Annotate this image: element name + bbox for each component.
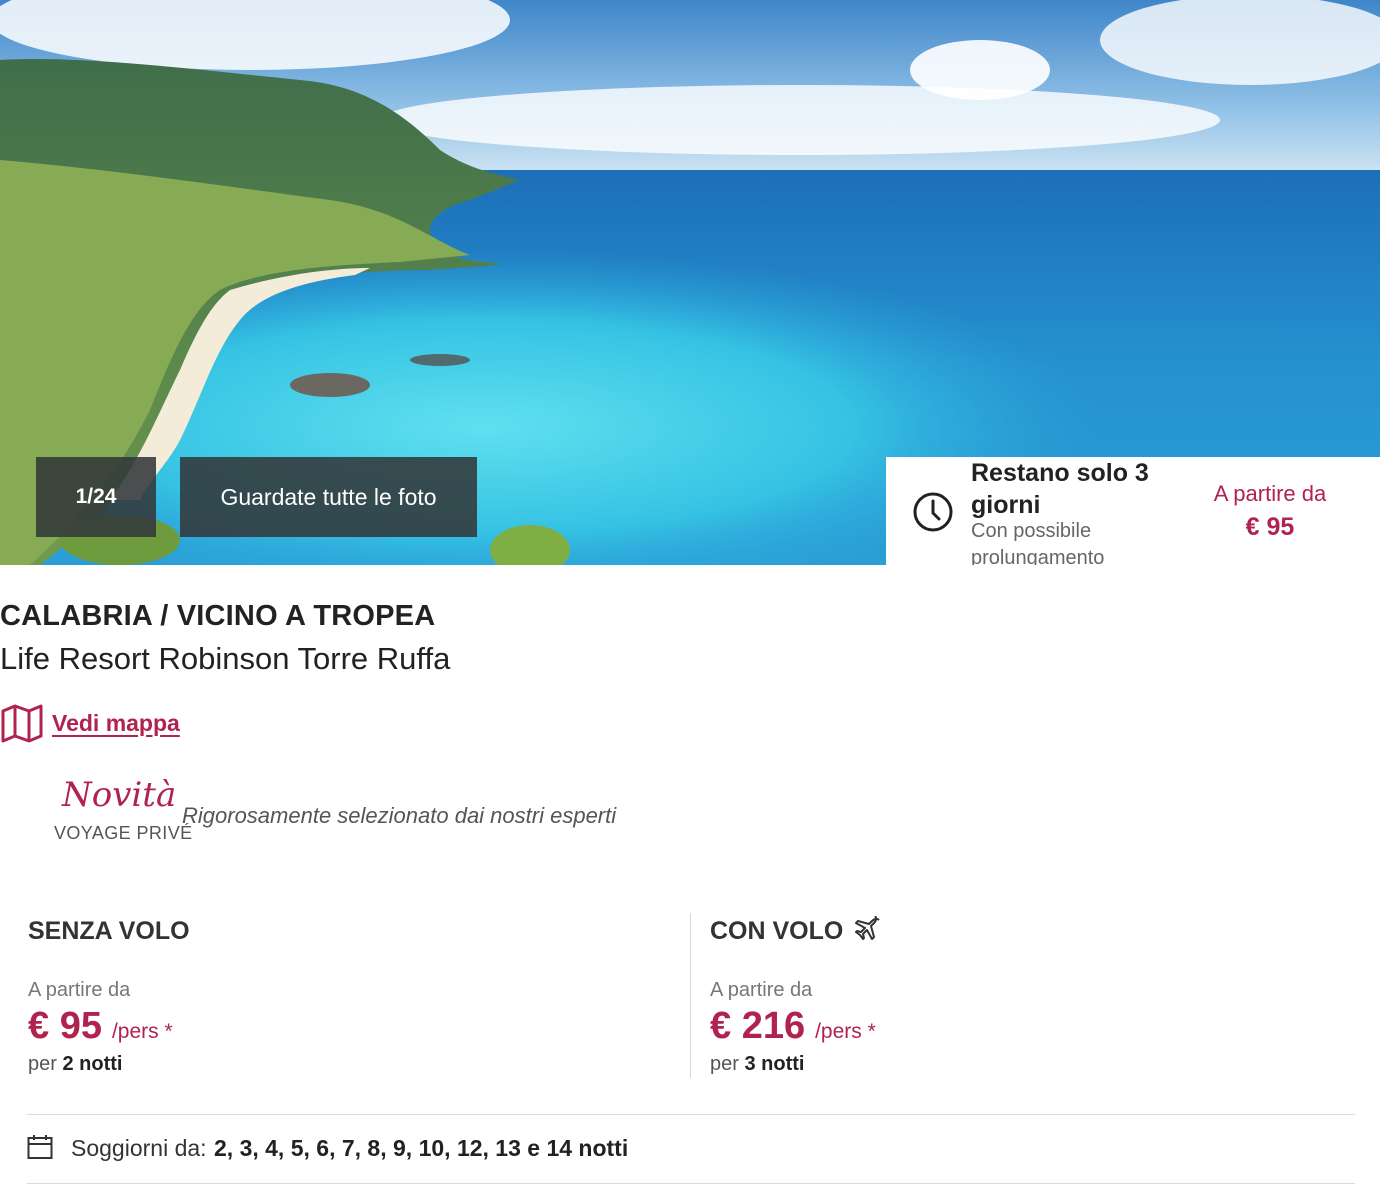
option-per-label: per [710,1053,739,1075]
price-from-value: € 95 [1245,513,1295,541]
extension-note: Con possibile prolungamento [971,520,1105,565]
option-price: € 216 [710,1005,806,1047]
options-divider [690,913,691,1078]
plane-icon [855,916,881,940]
option-title: SENZA VOLO [28,916,190,945]
map-icon [1,704,43,743]
days-remaining-title: Restano solo 3 giorni [971,459,1149,519]
option-per-label: per [28,1053,57,1075]
view-map-label[interactable]: Vedi mappa [52,710,180,737]
calendar-icon [27,1135,53,1159]
option-nights: 2 notti [62,1053,123,1075]
option-price: € 95 [28,1005,102,1047]
novita-label: Novità [62,775,177,815]
option-title: CON VOLO [710,916,844,945]
option-from-label: A partire da [710,979,813,1001]
option-from-label: A partire da [28,979,131,1001]
option-without-flight[interactable]: SENZA VOLO A partire da € 95 /pers * per… [28,913,190,1076]
hotel-name: Life Resort Robinson Torre Ruffa [0,641,451,676]
option-price-unit: /pers * [815,1020,876,1043]
option-with-flight[interactable]: CON VOLO A partire da € 216 /pers * per … [710,913,883,1075]
option-price-unit: /pers * [111,1020,173,1043]
experts-selection-text: Rigorosamente selezionato dai nostri esp… [182,803,617,828]
region-title: CALABRIA / VICINO A TROPEA [0,600,436,632]
stay-label: Soggiorni da: [71,1135,207,1161]
view-map-link[interactable]: Vedi mappa [0,701,180,745]
price-from-label: A partire da [1213,481,1327,506]
stay-durations: Soggiorni da: 2, 3, 4, 5, 6, 7, 8, 9, 10… [27,1114,1355,1184]
photo-counter: 1/24 [36,457,156,537]
stay-values: 2, 3, 4, 5, 6, 7, 8, 9, 10, 12, 13 e 14 … [214,1135,629,1161]
hero-gallery[interactable]: 1/24 Guardate tutte le foto Restano solo… [0,0,1380,565]
brand-label: VOYAGE PRIVÉ [54,823,193,843]
offer-info-box: Restano solo 3 giorni Con possibile prol… [886,457,1380,565]
clock-icon [913,492,953,532]
option-nights: 3 notti [744,1053,805,1075]
view-all-photos-button[interactable]: Guardate tutte le foto [180,457,477,537]
